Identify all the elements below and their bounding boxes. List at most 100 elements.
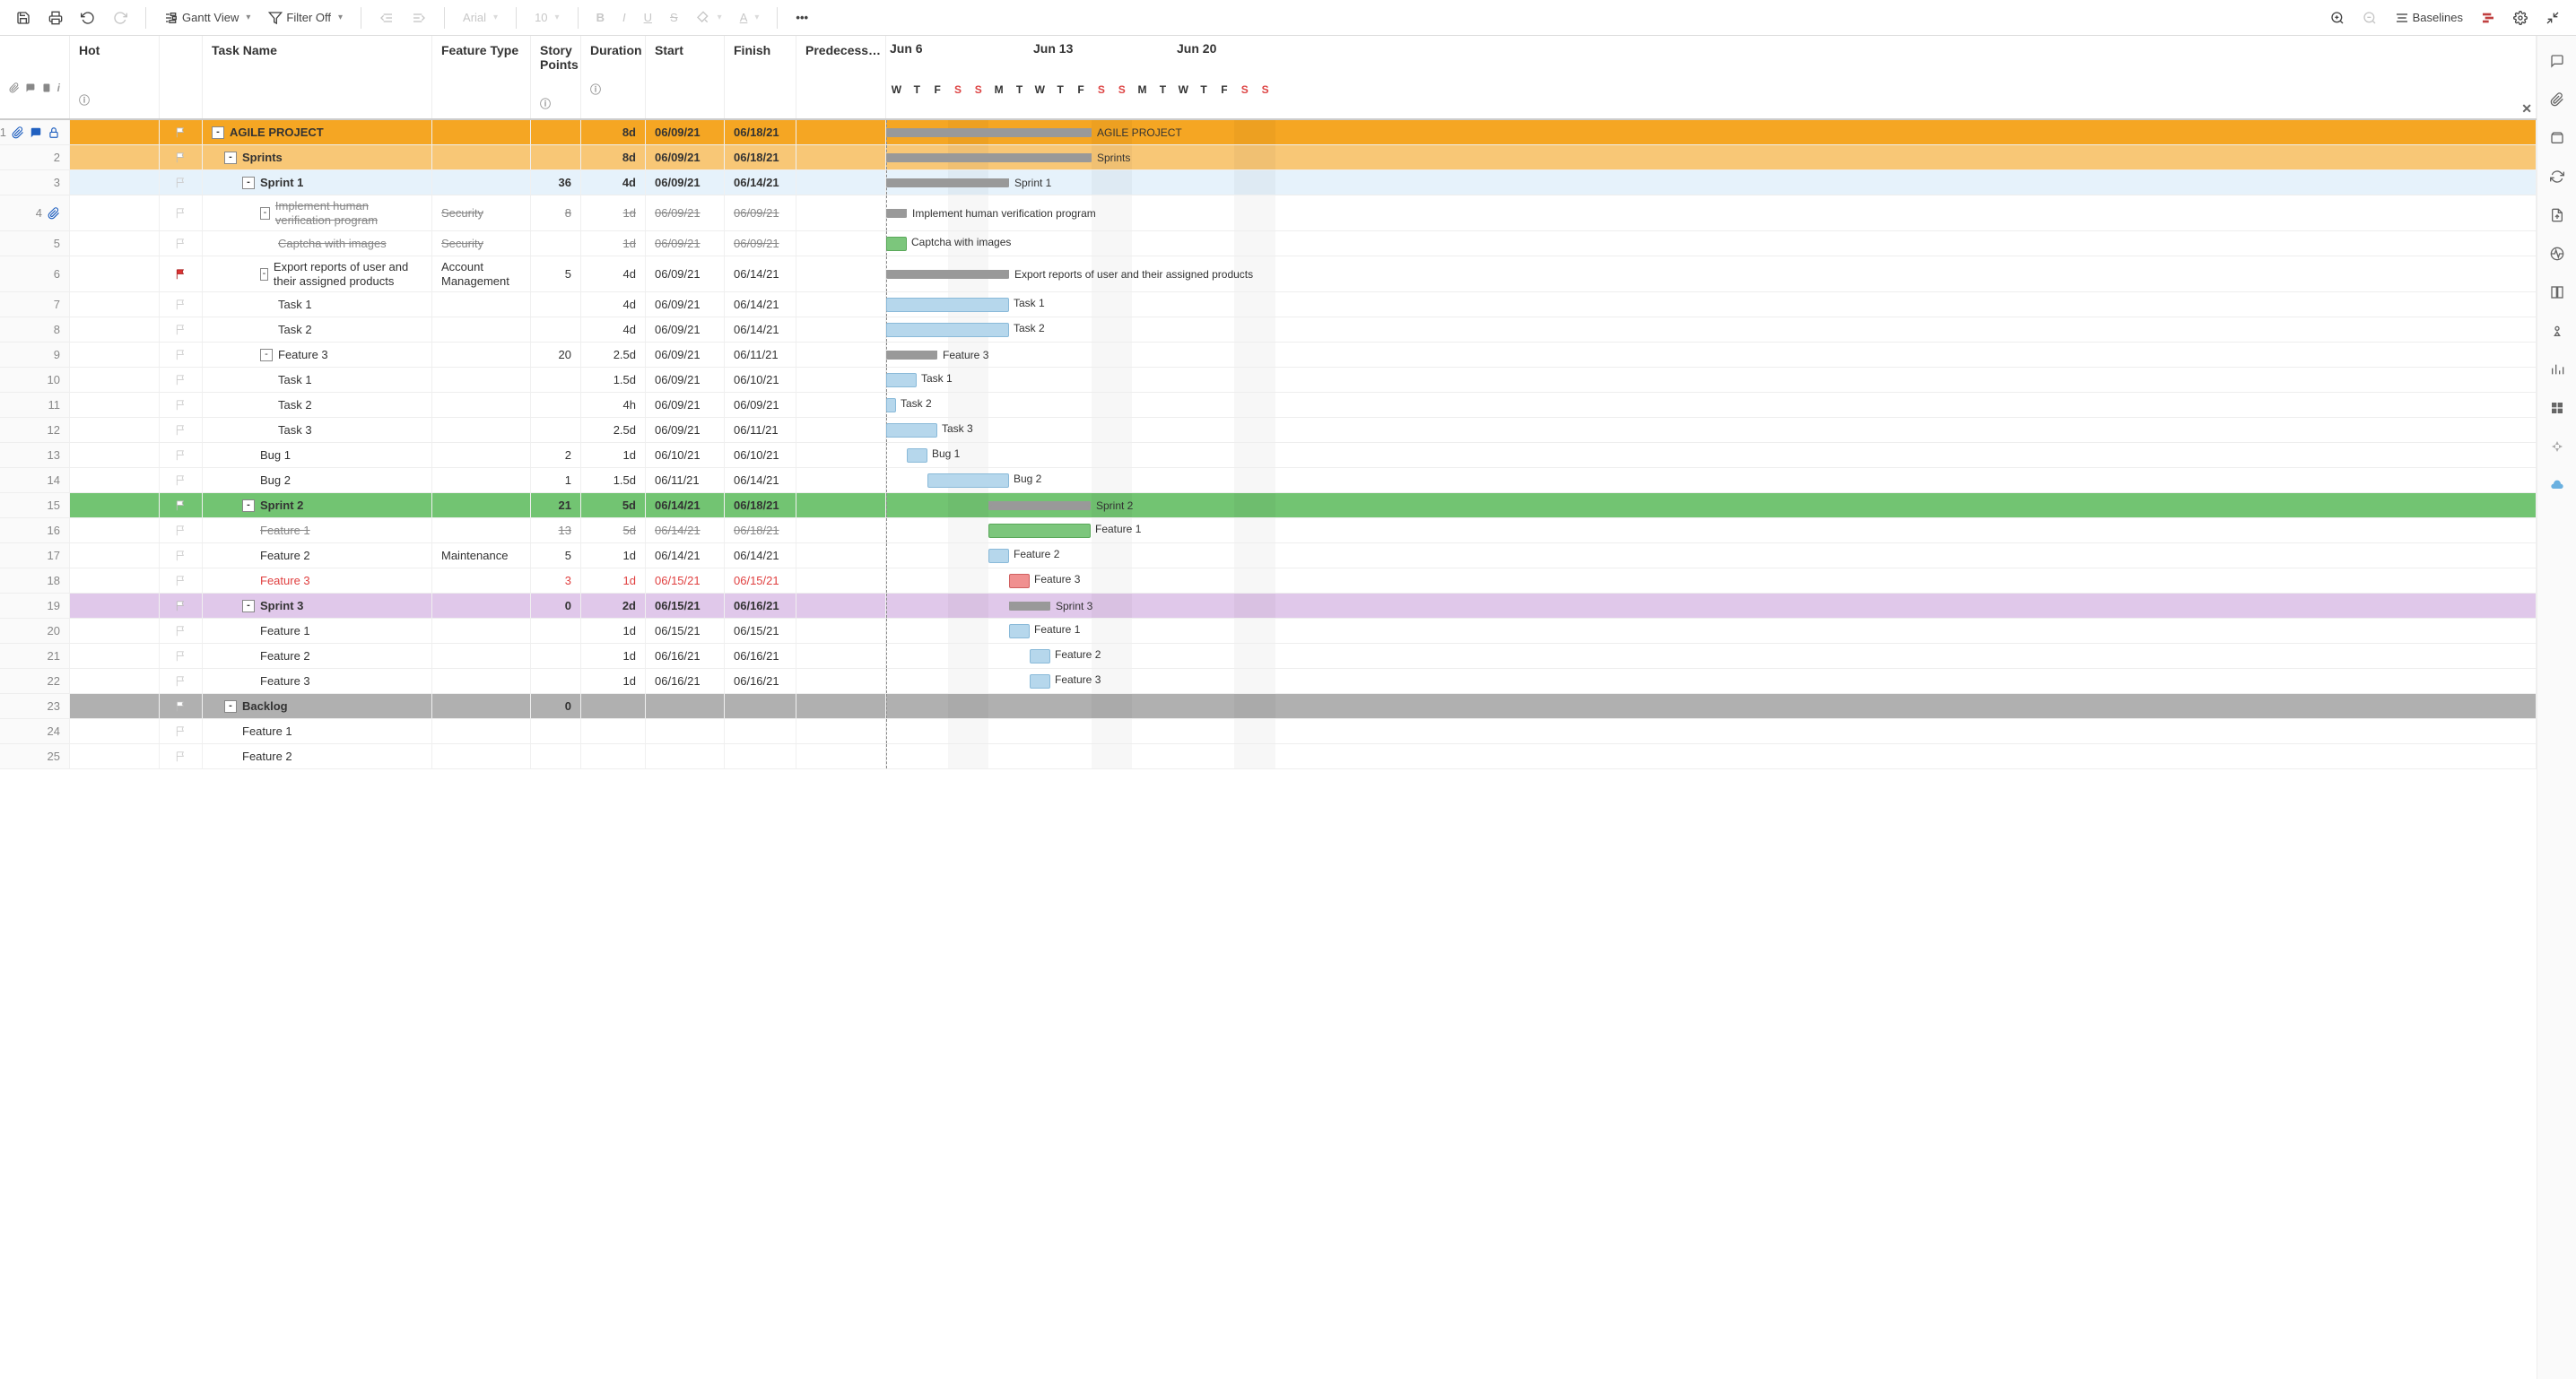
duration-cell[interactable]: 1d bbox=[581, 669, 646, 693]
hot-cell[interactable] bbox=[70, 744, 160, 768]
gantt-cell[interactable]: Task 1 bbox=[886, 368, 2537, 392]
italic-button[interactable]: I bbox=[615, 5, 633, 30]
predecessors-cell[interactable] bbox=[796, 644, 886, 668]
row-number[interactable]: 10 bbox=[0, 368, 70, 392]
connections-button[interactable] bbox=[2550, 439, 2564, 456]
row-number[interactable]: 23 bbox=[0, 694, 70, 718]
hot-cell[interactable] bbox=[70, 292, 160, 317]
feature-cell[interactable] bbox=[432, 669, 531, 693]
story-points-cell[interactable]: 13 bbox=[531, 518, 581, 542]
task-name-cell[interactable]: -Sprints bbox=[203, 145, 432, 169]
start-cell[interactable]: 06/16/21 bbox=[646, 644, 725, 668]
gantt-cell[interactable]: Sprints bbox=[886, 145, 2537, 169]
close-icon[interactable]: ✕ bbox=[2521, 101, 2532, 117]
task-name-cell[interactable]: Bug 2 bbox=[203, 468, 432, 492]
toggle-icon[interactable]: - bbox=[224, 152, 237, 164]
duration-cell[interactable]: 1.5d bbox=[581, 468, 646, 492]
table-row[interactable]: 7Task 14d06/09/2106/14/21Task 1 bbox=[0, 292, 2537, 317]
story-points-cell[interactable] bbox=[531, 719, 581, 743]
start-cell[interactable]: 06/09/21 bbox=[646, 343, 725, 367]
gantt-bar[interactable]: Bug 2 bbox=[927, 473, 1009, 488]
story-points-cell[interactable] bbox=[531, 669, 581, 693]
predecessors-cell[interactable] bbox=[796, 317, 886, 342]
task-name-cell[interactable]: -Export reports of user and their assign… bbox=[203, 256, 432, 291]
collapse-button[interactable] bbox=[2538, 5, 2567, 30]
row-number[interactable]: 18 bbox=[0, 568, 70, 593]
gantt-bar[interactable]: Feature 3 bbox=[886, 351, 937, 360]
outdent-button[interactable] bbox=[372, 5, 401, 30]
view-switcher[interactable]: Gantt View bbox=[157, 5, 257, 30]
update-requests-button[interactable] bbox=[2550, 169, 2564, 186]
gantt-bar[interactable]: Task 3 bbox=[886, 423, 937, 438]
filter-button[interactable]: Filter Off bbox=[261, 5, 350, 30]
baselines-button[interactable]: Baselines bbox=[2388, 5, 2470, 30]
start-cell[interactable]: 06/09/21 bbox=[646, 292, 725, 317]
task-name-cell[interactable]: -Feature 3 bbox=[203, 343, 432, 367]
proofs-button[interactable] bbox=[2550, 131, 2564, 148]
story-points-cell[interactable] bbox=[531, 418, 581, 442]
zoom-in-button[interactable] bbox=[2323, 5, 2352, 30]
duration-cell[interactable]: 1.5d bbox=[581, 368, 646, 392]
cell-history-button[interactable] bbox=[2550, 285, 2564, 302]
hot-cell[interactable] bbox=[70, 719, 160, 743]
finish-cell[interactable]: 06/16/21 bbox=[725, 669, 796, 693]
gantt-bar[interactable]: Task 1 bbox=[886, 373, 917, 387]
flag-cell[interactable] bbox=[160, 744, 203, 768]
story-points-cell[interactable]: 3 bbox=[531, 568, 581, 593]
task-name-cell[interactable]: Task 1 bbox=[203, 368, 432, 392]
task-name-cell[interactable]: -Sprint 2 bbox=[203, 493, 432, 517]
settings-button[interactable] bbox=[2506, 5, 2535, 30]
finish-cell[interactable]: 06/18/21 bbox=[725, 518, 796, 542]
story-points-cell[interactable]: 8 bbox=[531, 195, 581, 230]
flag-cell[interactable] bbox=[160, 256, 203, 291]
hot-cell[interactable] bbox=[70, 195, 160, 230]
gantt-bar[interactable]: Feature 3 bbox=[1009, 574, 1030, 588]
finish-cell[interactable] bbox=[725, 744, 796, 768]
gantt-cell[interactable]: Feature 1 bbox=[886, 619, 2537, 643]
redo-button[interactable] bbox=[106, 5, 135, 30]
story-points-cell[interactable] bbox=[531, 317, 581, 342]
predecessors-cell[interactable] bbox=[796, 694, 886, 718]
finish-cell[interactable]: 06/09/21 bbox=[725, 393, 796, 417]
gantt-bar[interactable]: Task 2 bbox=[886, 398, 896, 412]
duration-cell[interactable]: 1d bbox=[581, 543, 646, 568]
predecessors-cell[interactable] bbox=[796, 568, 886, 593]
feature-cell[interactable] bbox=[432, 418, 531, 442]
table-row[interactable]: 10Task 11.5d06/09/2106/10/21Task 1 bbox=[0, 368, 2537, 393]
duration-cell[interactable]: 5d bbox=[581, 493, 646, 517]
predecessors-cell[interactable] bbox=[796, 292, 886, 317]
gantt-cell[interactable] bbox=[886, 744, 2537, 768]
row-number[interactable]: 3 bbox=[0, 170, 70, 195]
col-start[interactable]: Start bbox=[646, 36, 725, 118]
finish-cell[interactable]: 06/14/21 bbox=[725, 170, 796, 195]
start-cell[interactable]: 06/09/21 bbox=[646, 231, 725, 256]
gantt-bar[interactable]: Sprint 2 bbox=[988, 501, 1091, 510]
fill-color-button[interactable] bbox=[689, 5, 729, 30]
duration-cell[interactable]: 5d bbox=[581, 518, 646, 542]
table-row[interactable]: 15-Sprint 2215d06/14/2106/18/21Sprint 2 bbox=[0, 493, 2537, 518]
flag-cell[interactable] bbox=[160, 594, 203, 618]
duration-cell[interactable]: 1d bbox=[581, 443, 646, 467]
finish-cell[interactable]: 06/15/21 bbox=[725, 619, 796, 643]
finish-cell[interactable]: 06/14/21 bbox=[725, 468, 796, 492]
hot-cell[interactable] bbox=[70, 644, 160, 668]
story-points-cell[interactable]: 2 bbox=[531, 443, 581, 467]
toggle-icon[interactable]: - bbox=[212, 126, 224, 139]
start-cell[interactable]: 06/09/21 bbox=[646, 368, 725, 392]
toggle-icon[interactable]: - bbox=[242, 499, 255, 512]
attachments-button[interactable] bbox=[2550, 92, 2564, 109]
table-row[interactable]: 17Feature 2Maintenance51d06/14/2106/14/2… bbox=[0, 543, 2537, 568]
toggle-icon[interactable]: - bbox=[260, 207, 270, 220]
hot-cell[interactable] bbox=[70, 594, 160, 618]
predecessors-cell[interactable] bbox=[796, 418, 886, 442]
duration-cell[interactable]: 4d bbox=[581, 317, 646, 342]
task-name-cell[interactable]: -Backlog bbox=[203, 694, 432, 718]
table-row[interactable]: 8Task 24d06/09/2106/14/21Task 2 bbox=[0, 317, 2537, 343]
gantt-bar[interactable]: Implement human verification program bbox=[886, 209, 907, 218]
flag-cell[interactable] bbox=[160, 195, 203, 230]
toggle-icon[interactable]: - bbox=[242, 177, 255, 189]
predecessors-cell[interactable] bbox=[796, 145, 886, 169]
task-name-cell[interactable]: Feature 2 bbox=[203, 644, 432, 668]
finish-cell[interactable]: 06/18/21 bbox=[725, 493, 796, 517]
row-number[interactable]: 22 bbox=[0, 669, 70, 693]
